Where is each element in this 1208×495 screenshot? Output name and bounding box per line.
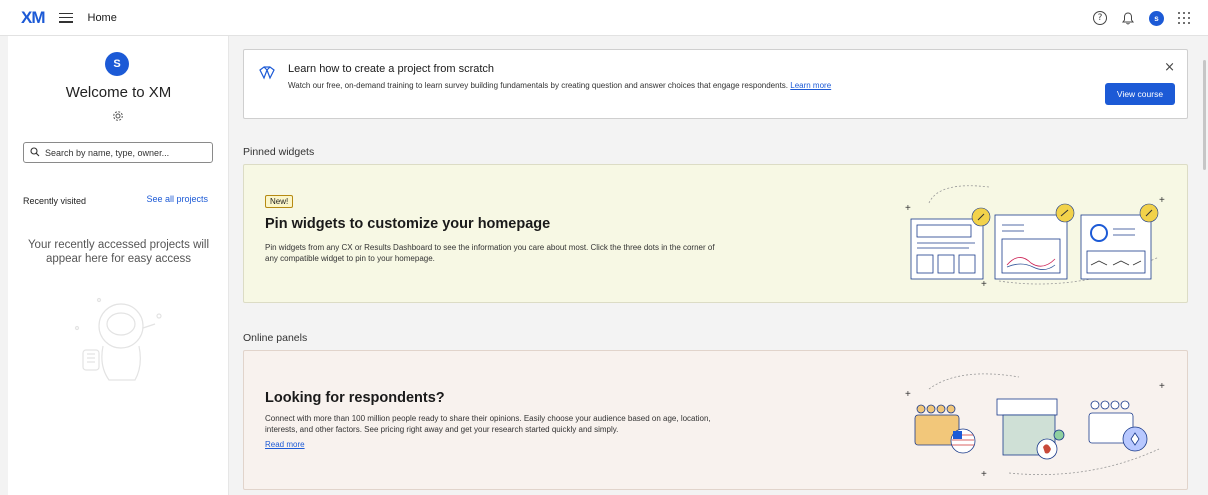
pinned-widgets-heading: Pinned widgets: [243, 146, 315, 158]
scrollbar[interactable]: [1203, 60, 1206, 170]
respondents-illustration: + + +: [899, 369, 1184, 484]
help-icon[interactable]: ?: [1093, 11, 1107, 25]
see-all-projects-link[interactable]: See all projects: [146, 194, 208, 204]
top-bar: XM Home ? s: [0, 0, 1208, 36]
search-box[interactable]: [23, 142, 213, 163]
hands-icon: [258, 64, 276, 82]
apps-grid-icon[interactable]: [1178, 12, 1190, 24]
close-icon[interactable]: ×: [1164, 60, 1175, 75]
view-course-button[interactable]: View course: [1105, 83, 1175, 105]
svg-text:+: +: [1159, 195, 1165, 206]
gear-icon[interactable]: [112, 109, 124, 121]
online-card-title: Looking for respondents?: [265, 390, 445, 406]
online-panels-card: Looking for respondents? Connect with mo…: [243, 350, 1188, 490]
search-input[interactable]: [45, 147, 205, 158]
learn-title: Learn how to create a project from scrat…: [288, 63, 495, 75]
learn-banner: Learn how to create a project from scrat…: [243, 49, 1188, 119]
bell-icon[interactable]: [1121, 11, 1135, 25]
online-card-description: Connect with more than 100 million peopl…: [265, 414, 711, 434]
pinned-widgets-card: New! Pin widgets to customize your homep…: [243, 164, 1188, 303]
welcome-heading: Welcome to XM: [65, 84, 172, 101]
recently-visited-label: Recently visited: [23, 196, 87, 206]
new-badge: New!: [265, 195, 294, 208]
main-content: Learn how to create a project from scrat…: [243, 36, 1188, 495]
online-panels-heading: Online panels: [243, 332, 308, 344]
search-icon: [30, 144, 40, 162]
pin-card-title: Pin widgets to customize your homepage: [265, 216, 551, 232]
menu-icon[interactable]: [58, 12, 73, 23]
user-avatar[interactable]: s: [1149, 10, 1164, 26]
dashboard-widgets-illustration: + + +: [899, 181, 1184, 293]
svg-text:+: +: [981, 279, 987, 290]
pin-card-description: Pin widgets from any CX or Results Dashb…: [265, 243, 715, 263]
learn-more-link[interactable]: Learn more: [790, 81, 831, 90]
svg-text:+: +: [905, 203, 911, 214]
astronaut-illustration: [63, 288, 173, 388]
avatar: S: [105, 52, 129, 76]
svg-text:+: +: [1159, 381, 1165, 392]
sidebar: S Welcome to XM Recently visited See all…: [8, 36, 229, 495]
read-more-link[interactable]: Read more: [265, 440, 305, 449]
empty-recent-message: Your recently accessed projects will app…: [27, 239, 210, 265]
xm-logo[interactable]: XM: [21, 8, 45, 28]
top-right-actions: ? s: [1093, 0, 1190, 36]
svg-text:+: +: [981, 469, 987, 480]
learn-description: Watch our free, on-demand training to le…: [288, 81, 831, 90]
learn-description-text: Watch our free, on-demand training to le…: [288, 81, 789, 90]
svg-text:+: +: [905, 389, 911, 400]
page-title: Home: [87, 11, 117, 24]
